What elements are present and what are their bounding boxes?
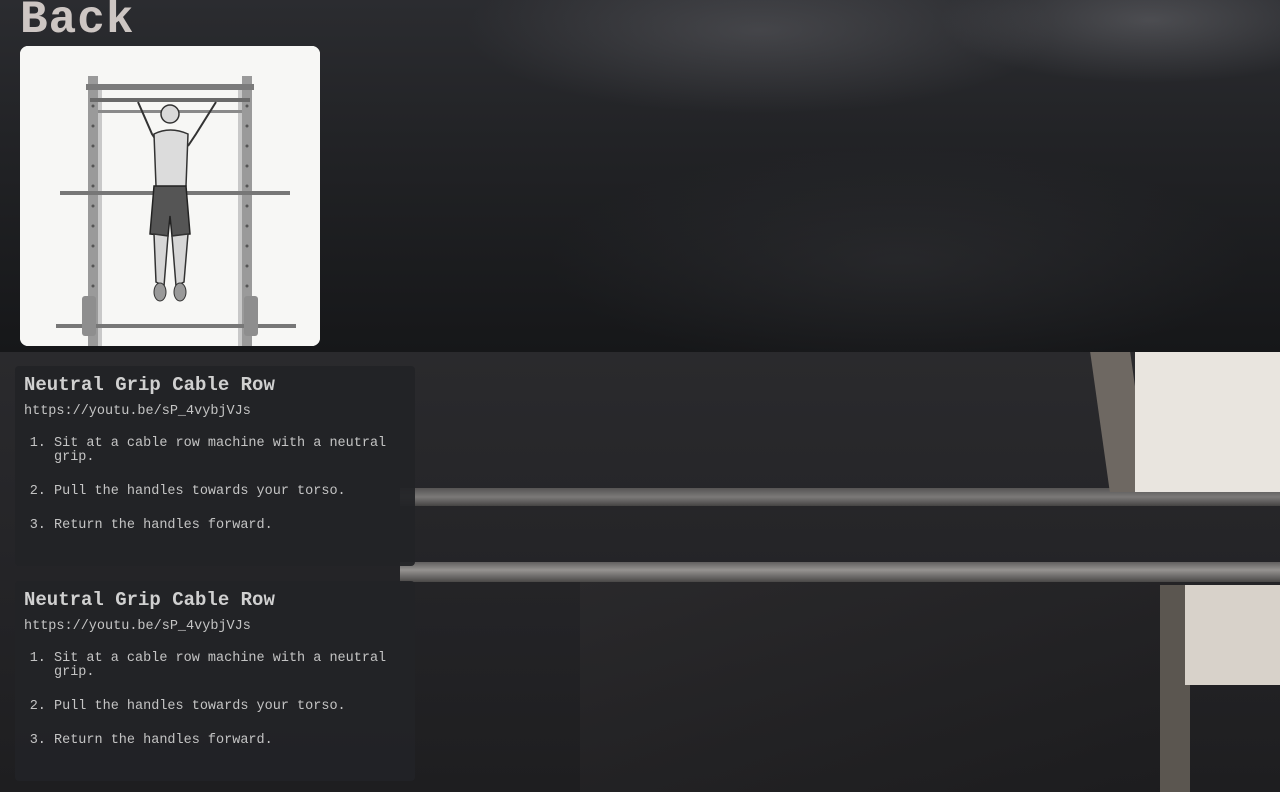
exercise-video-link[interactable]: https://youtu.be/sP_4vybjVJs — [24, 404, 406, 420]
exercise-step: Return the handles forward. — [54, 519, 406, 533]
exercise-card: Neutral Grip Cable Row https://youtu.be/… — [15, 366, 415, 566]
back-button[interactable]: Back — [20, 0, 134, 50]
exercise-steps: Sit at a cable row machine with a neutra… — [24, 652, 406, 748]
pull-up-illustration-icon — [20, 46, 320, 346]
exercise-illustration — [20, 46, 320, 346]
exercise-video-link[interactable]: https://youtu.be/sP_4vybjVJs — [24, 619, 406, 635]
exercise-title: Neutral Grip Cable Row — [24, 374, 275, 396]
exercise-step: Pull the handles towards your torso. — [54, 700, 406, 714]
exercise-card: Neutral Grip Cable Row https://youtu.be/… — [15, 581, 415, 781]
exercise-steps: Sit at a cable row machine with a neutra… — [24, 437, 406, 533]
exercise-step: Return the handles forward. — [54, 734, 406, 748]
exercise-step: Pull the handles towards your torso. — [54, 485, 406, 499]
exercise-title: Neutral Grip Cable Row — [24, 589, 275, 611]
exercise-step: Sit at a cable row machine with a neutra… — [54, 652, 406, 680]
exercise-step: Sit at a cable row machine with a neutra… — [54, 437, 406, 465]
